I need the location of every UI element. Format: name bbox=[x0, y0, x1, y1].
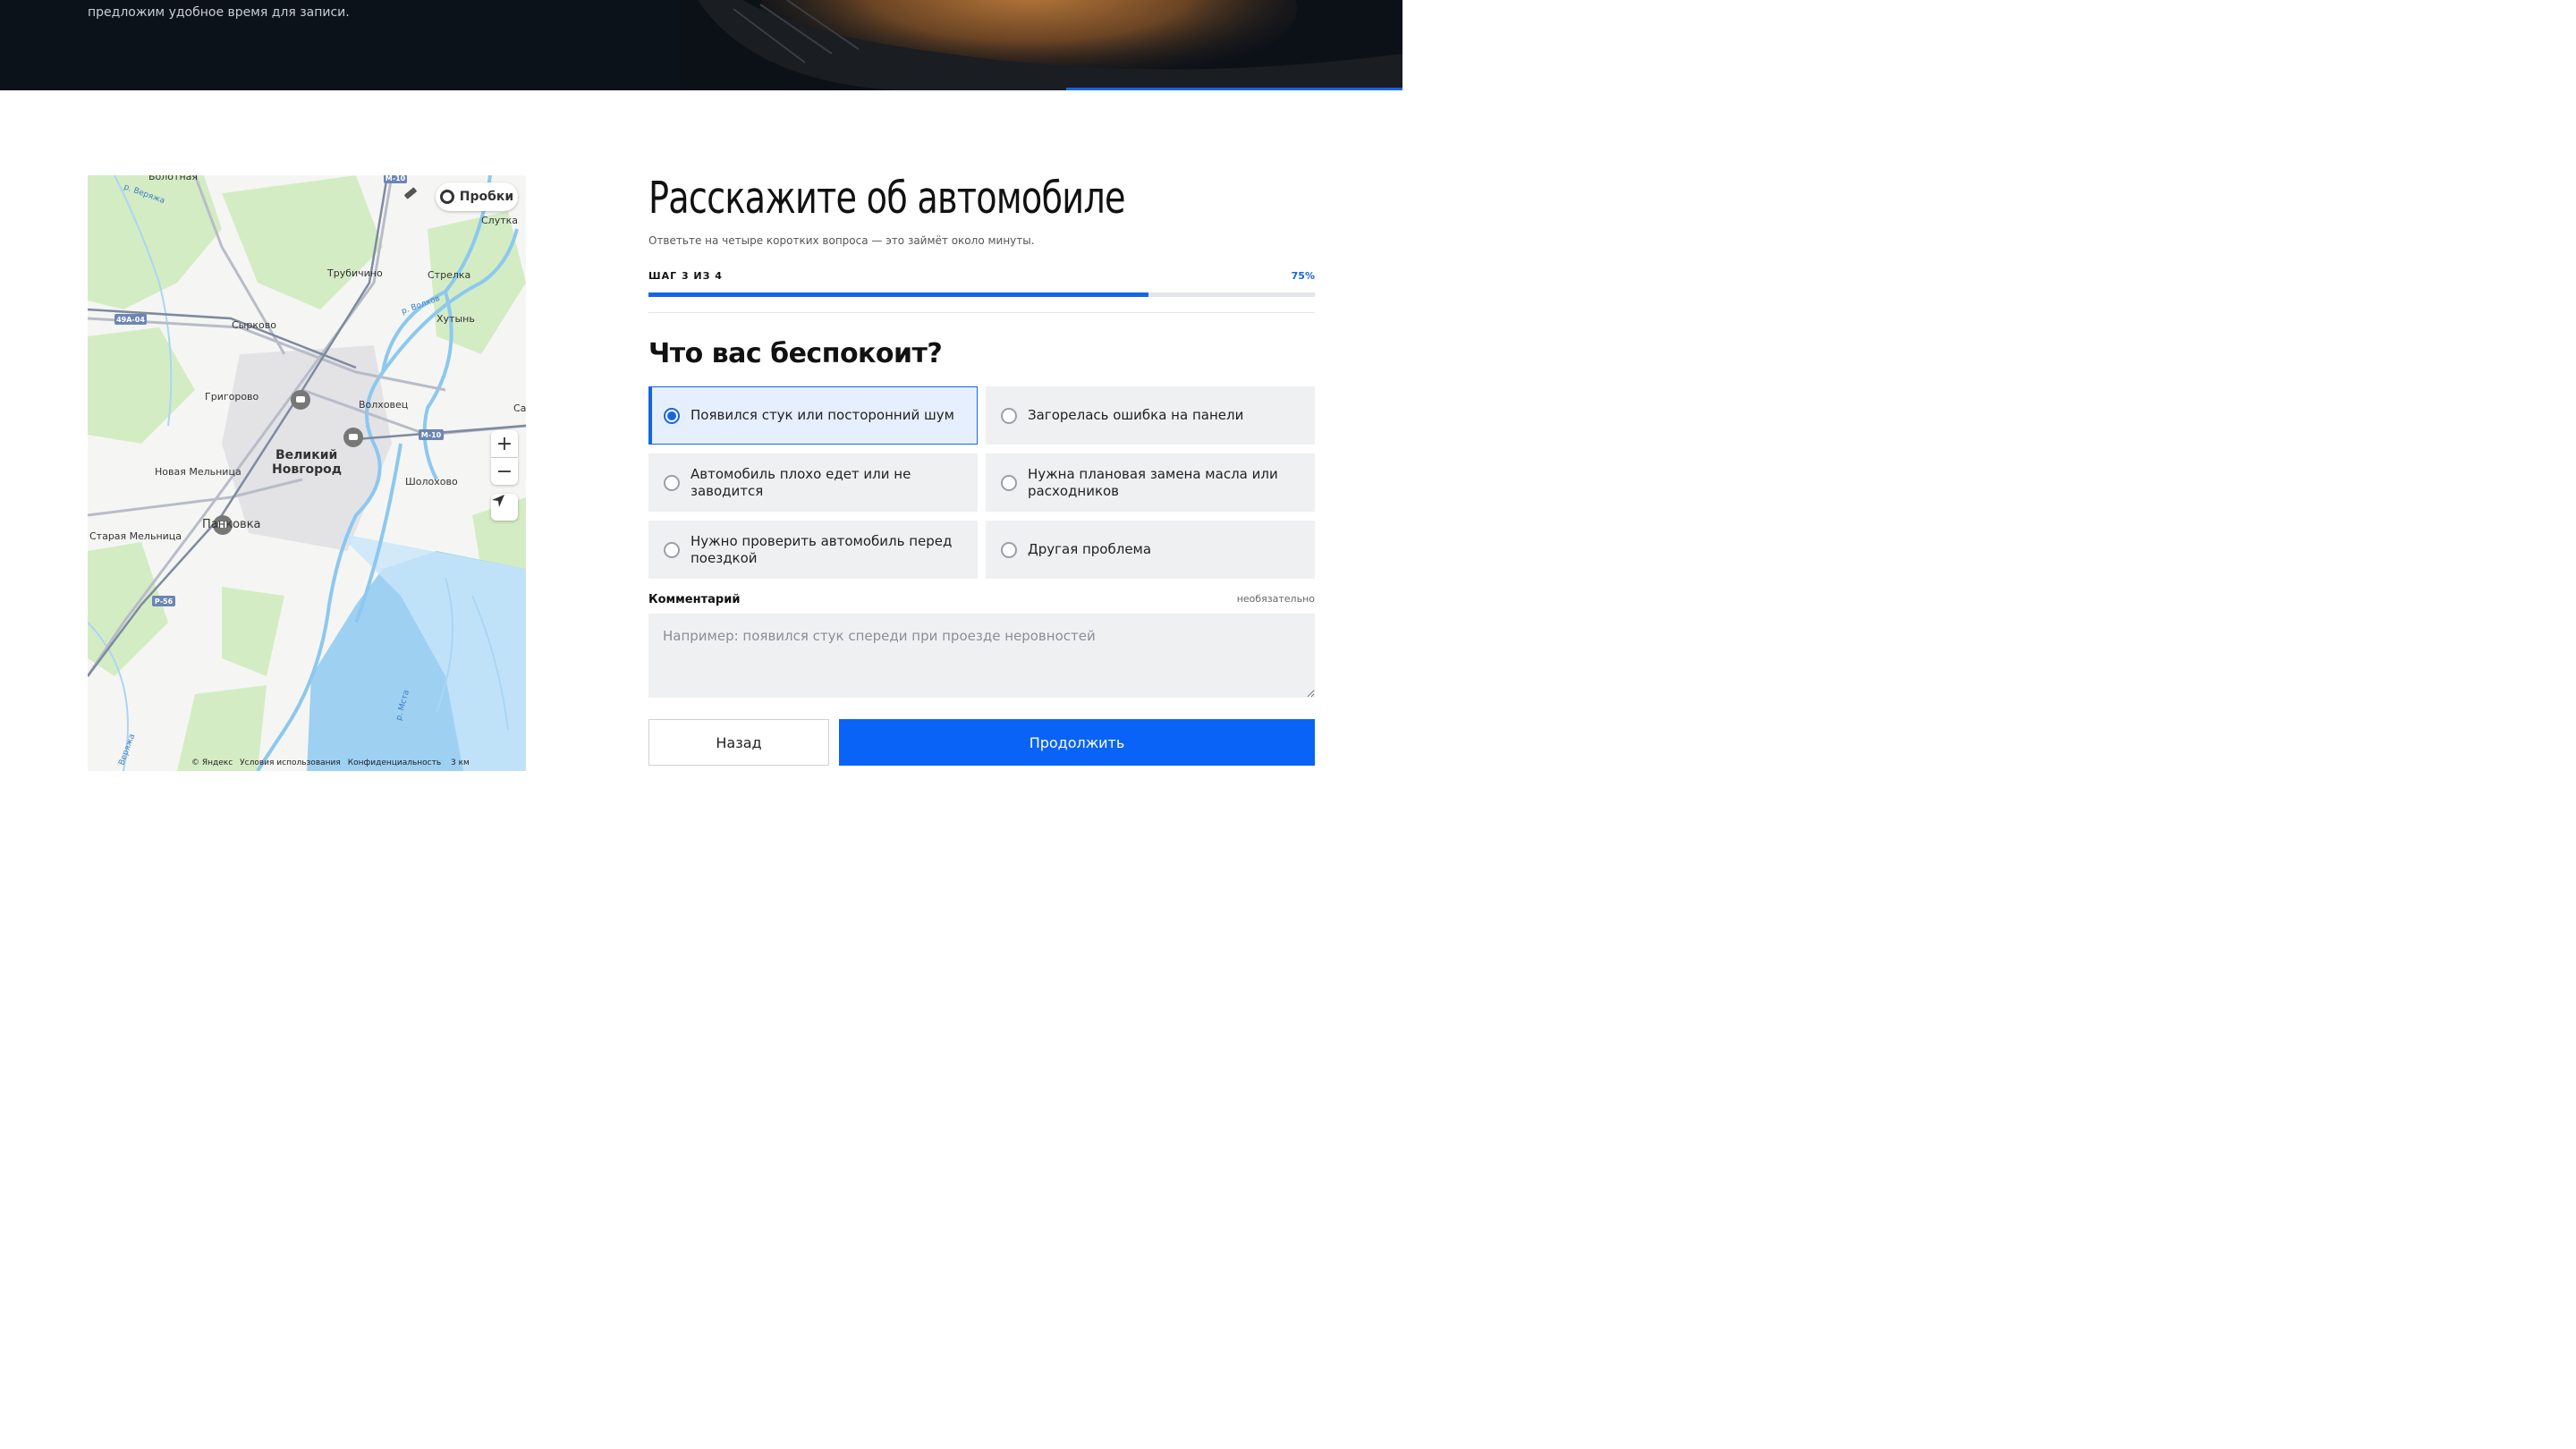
map-footer: © Яндекс Условия использования Конфиденц… bbox=[191, 758, 441, 767]
option-3[interactable]: Автомобиль плохо едет или не заводится bbox=[648, 453, 978, 512]
option-1[interactable]: Появился стук или посторонний шум bbox=[648, 386, 978, 445]
option-2[interactable]: Загорелась ошибка на панели bbox=[986, 386, 1315, 445]
hero-progress-line bbox=[1066, 88, 1402, 90]
radio-icon[interactable] bbox=[664, 541, 680, 558]
map-label: Шолохово bbox=[405, 476, 458, 487]
map-copyright: © Яндекс bbox=[191, 758, 233, 767]
option-label: Загорелась ошибка на панели bbox=[1028, 407, 1244, 423]
options-grid: Появился стук или посторонний шум Загорел… bbox=[648, 386, 1315, 579]
progress-percent: 75% bbox=[1291, 270, 1315, 282]
radio-icon[interactable] bbox=[1001, 407, 1017, 424]
road-m10-north: М-10 bbox=[386, 175, 406, 182]
form-title: Расскажите об автомобиле bbox=[648, 173, 1126, 224]
radio-icon[interactable] bbox=[664, 474, 680, 491]
back-button[interactable]: Назад bbox=[648, 719, 829, 766]
road-p56: Р-56 bbox=[155, 597, 174, 606]
divider bbox=[648, 312, 1315, 313]
hero-subtitle: предложим удобное время для записи. bbox=[88, 5, 350, 20]
option-label: Нужно проверить автомобиль перед поездко… bbox=[691, 532, 953, 566]
ruler-icon[interactable] bbox=[402, 185, 428, 210]
question-title: Что вас беспокоит? bbox=[648, 338, 943, 369]
road-m10-east: М-10 bbox=[421, 431, 442, 439]
traffic-button[interactable]: Пробки bbox=[436, 182, 518, 211]
map-label: Сырково bbox=[232, 319, 276, 331]
map-city-label: Великий bbox=[275, 448, 337, 462]
progress-fill bbox=[648, 292, 1148, 297]
map-canvas[interactable]: 49А-04 М-10 М-10 Р-56 Болотная Слутка Тр… bbox=[88, 175, 526, 771]
step-indicator: ШАГ 3 ИЗ 4 75% bbox=[648, 270, 1315, 282]
option-label: Другая проблема bbox=[1028, 541, 1152, 557]
radio-icon[interactable] bbox=[664, 407, 680, 424]
option-label: Нужна плановая замена масла или расходни… bbox=[1028, 465, 1278, 499]
zoom-out-button[interactable]: − bbox=[491, 458, 518, 485]
car-form: Расскажите об автомобиле Ответьте на чет… bbox=[648, 170, 1315, 766]
comment-label: Комментарий bbox=[648, 593, 741, 606]
map-terms-link[interactable]: Условия использования bbox=[240, 758, 341, 767]
continue-button[interactable]: Продолжить bbox=[839, 719, 1315, 766]
map-label: Слутка bbox=[481, 215, 518, 226]
map-label: Волховец bbox=[359, 399, 408, 411]
comment-optional-hint: необязательно bbox=[1236, 593, 1315, 605]
step-label: ШАГ 3 ИЗ 4 bbox=[648, 270, 723, 282]
geolocation-button[interactable] bbox=[491, 494, 518, 521]
comment-input[interactable] bbox=[648, 614, 1315, 698]
map-widget[interactable]: 49А-04 М-10 М-10 Р-56 Болотная Слутка Тр… bbox=[88, 175, 526, 771]
map-label: Панковка bbox=[202, 518, 261, 531]
option-label: Автомобиль плохо едет или не заводится bbox=[691, 465, 911, 499]
option-label: Появился стук или посторонний шум bbox=[691, 407, 954, 423]
zoom-in-button[interactable]: + bbox=[491, 430, 518, 457]
option-4[interactable]: Нужна плановая замена масла или расходни… bbox=[986, 453, 1315, 512]
radio-icon[interactable] bbox=[1001, 541, 1017, 558]
option-6[interactable]: Другая проблема bbox=[986, 521, 1315, 579]
traffic-icon bbox=[439, 190, 454, 204]
map-label: Григорово bbox=[205, 391, 259, 402]
map-label: Болотная bbox=[148, 175, 198, 182]
option-5[interactable]: Нужно проверить автомобиль перед поездко… bbox=[648, 521, 978, 579]
traffic-label: Пробки bbox=[459, 190, 514, 204]
map-label: Старая Мельница bbox=[89, 530, 182, 542]
road-49a: 49А-04 bbox=[116, 316, 145, 324]
map-label: Новая Мельница bbox=[155, 466, 242, 478]
hero-banner: предложим удобное время для записи. bbox=[0, 0, 1402, 90]
map-label: Хутынь bbox=[436, 313, 475, 325]
map-city-label: Новгород bbox=[272, 462, 342, 477]
radio-icon[interactable] bbox=[1001, 474, 1017, 491]
map-scale: 3 км bbox=[451, 758, 470, 767]
map-label: Стрелка bbox=[428, 269, 470, 281]
progress-bar bbox=[648, 292, 1315, 297]
map-label: Трубичино bbox=[326, 267, 383, 279]
map-scale-label: 3 км bbox=[451, 758, 470, 767]
river-label: Веряжа bbox=[117, 733, 137, 767]
map-privacy-link[interactable]: Конфиденциальность bbox=[348, 758, 441, 767]
location-arrow-icon bbox=[492, 495, 504, 507]
map-label: Са bbox=[513, 402, 526, 414]
form-subtitle: Ответьте на четыре коротких вопроса — эт… bbox=[648, 234, 1035, 247]
